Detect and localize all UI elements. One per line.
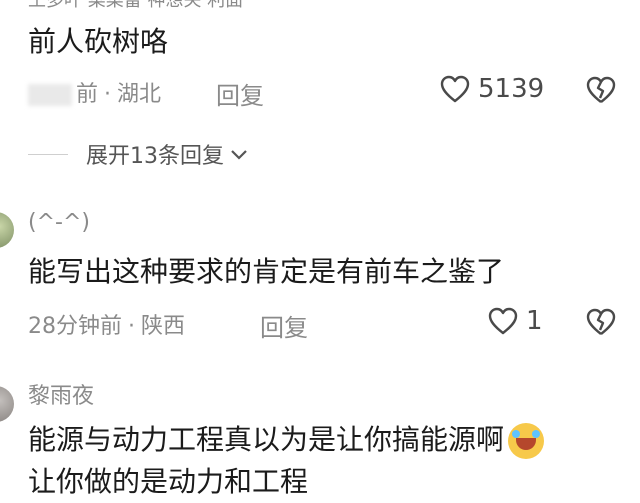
comment-meta: 28分钟前 · 陕西 [28, 308, 185, 340]
dislike-button[interactable] [586, 308, 616, 336]
like-count: 5139 [478, 74, 545, 104]
like-button[interactable]: 1 [488, 306, 543, 336]
expand-divider [28, 153, 68, 155]
comment-text-line-2: 让你做的是动力和工程 [28, 465, 309, 498]
heart-icon [488, 307, 518, 335]
like-button[interactable]: 5139 [440, 74, 544, 104]
comment-text: 能写出这种要求的肯定是有前车之鉴了 [28, 255, 505, 288]
broken-heart-icon [586, 76, 616, 104]
blurred-time [28, 84, 72, 106]
comment-location: 陕西 [141, 314, 186, 339]
comment-time: 前 [76, 82, 99, 107]
meta-separator: · [104, 82, 112, 107]
expand-replies-label: 展开13条回复 [86, 144, 224, 169]
meta-separator: · [128, 314, 135, 339]
comment-meta: 前 · 湖北 [28, 76, 161, 108]
broken-heart-icon [586, 308, 616, 336]
comment-time: 28分钟前 [28, 314, 122, 339]
comment-text-line-1-text: 能源与动力工程真以为是让你搞能源啊 [28, 423, 505, 456]
heart-icon [440, 75, 470, 103]
comment-text: 前人砍树咯 [28, 25, 169, 58]
like-count: 1 [526, 306, 543, 336]
avatar[interactable] [0, 386, 14, 422]
username[interactable]: (^-^) [28, 210, 90, 235]
comment-text-line-1: 能源与动力工程真以为是让你搞能源啊 [28, 420, 545, 460]
reply-button[interactable]: 回复 [216, 76, 264, 111]
avatar[interactable] [0, 212, 14, 248]
username[interactable]: 黎雨夜 [28, 378, 94, 410]
chevron-down-icon [230, 142, 248, 167]
rolling-laughing-emoji-icon [508, 423, 545, 459]
expand-replies-button[interactable]: 展开13条回复 [28, 138, 248, 170]
comment-location: 湖北 [117, 82, 162, 107]
dislike-button[interactable] [586, 76, 616, 104]
reply-button[interactable]: 回复 [260, 308, 308, 343]
previous-comment-cutoff: 王多叶 菜菜雷 神想关 利面 [28, 0, 244, 11]
